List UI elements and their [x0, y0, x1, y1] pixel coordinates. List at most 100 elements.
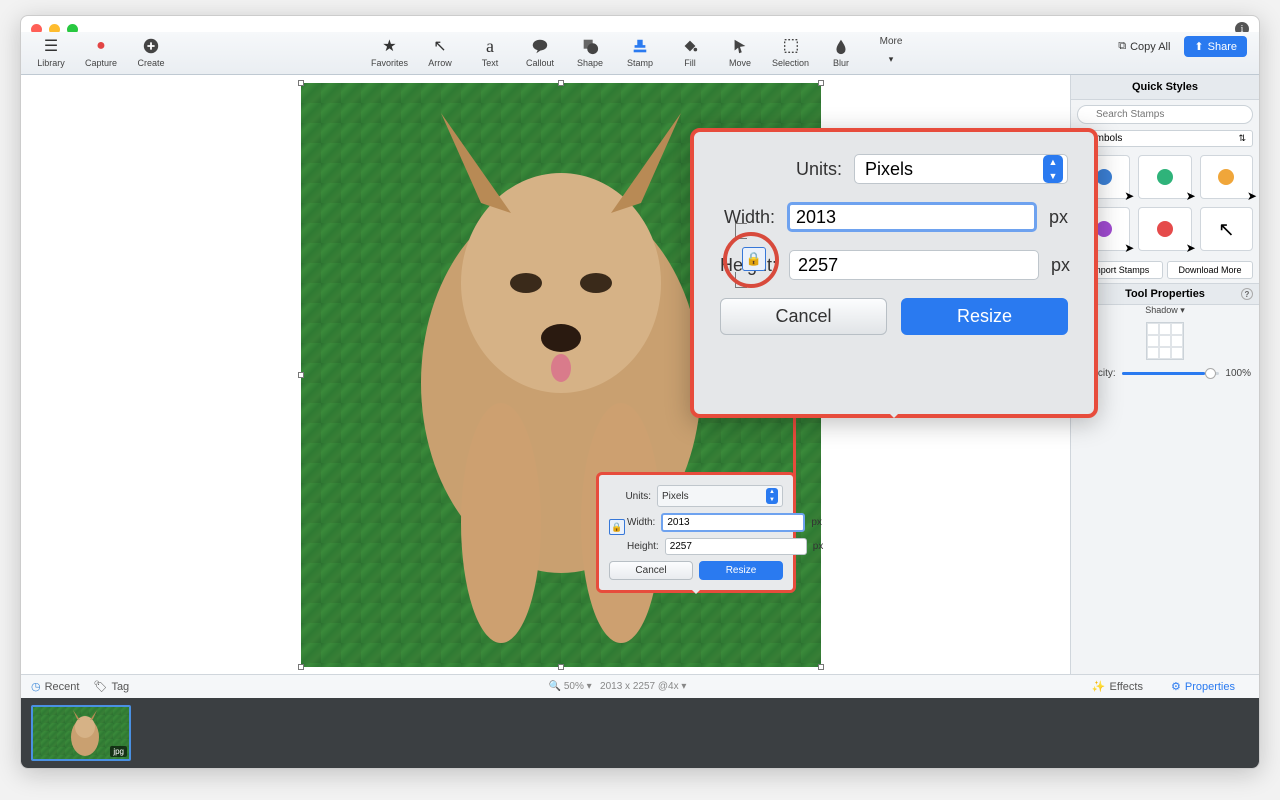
- height-input[interactable]: [665, 538, 807, 555]
- aspect-lock-icon[interactable]: 🔒: [609, 519, 625, 535]
- callout-label: Callout: [526, 58, 554, 68]
- star-icon: ★: [379, 36, 399, 56]
- shape-tool[interactable]: Shape: [572, 36, 608, 69]
- width-input-big[interactable]: [787, 202, 1037, 232]
- callout-tool[interactable]: Callout: [522, 36, 558, 69]
- stepper-icon: ▲▼: [1043, 155, 1063, 183]
- properties-button[interactable]: ⚙ Properties: [1171, 680, 1235, 693]
- pointer-icon: [730, 36, 750, 56]
- canvas-dimensions[interactable]: 2013 x 2257 @4x ▾: [600, 681, 686, 692]
- gear-icon: ⚙: [1171, 680, 1181, 693]
- stamp-red[interactable]: ➤: [1138, 207, 1191, 251]
- stamp-buttons: Import Stamps Download More: [1071, 257, 1259, 283]
- help-icon[interactable]: ?: [1241, 288, 1253, 300]
- zoom-level[interactable]: 50% ▾: [564, 681, 592, 692]
- side-panel: Quick Styles Symbols ⇅ ➤ ➤ ➤ ➤ ➤ ↖ Impor…: [1071, 75, 1259, 674]
- arrow-label: Arrow: [428, 58, 452, 68]
- stamp-tool[interactable]: Stamp: [622, 36, 658, 69]
- fill-tool[interactable]: Fill: [672, 36, 708, 69]
- opacity-value: 100%: [1225, 368, 1251, 379]
- magnifier-icon[interactable]: 🔍: [549, 681, 561, 692]
- width-input[interactable]: [661, 513, 805, 532]
- stamp-green[interactable]: ➤: [1138, 155, 1191, 199]
- tag-button[interactable]: 🏷 Tag: [93, 680, 129, 693]
- bucket-icon: [680, 36, 700, 56]
- width-label-big: Width:: [720, 207, 775, 228]
- stamp-category-select[interactable]: Symbols ⇅: [1077, 130, 1253, 147]
- stepper-icon: ▲▼: [766, 488, 778, 504]
- create-tool[interactable]: Create: [133, 36, 169, 68]
- library-tool[interactable]: ☰ Library: [33, 36, 69, 68]
- thumbnail-ext: jpg: [110, 746, 127, 757]
- shadow-direction-grid[interactable]: [1146, 322, 1184, 360]
- search-stamps-input[interactable]: [1077, 105, 1253, 124]
- drop-icon: [831, 36, 851, 56]
- tool-properties-label: Tool Properties: [1125, 288, 1205, 300]
- height-label: Height:: [627, 541, 659, 552]
- stamp-icon: [630, 36, 650, 56]
- tag-label: Tag: [111, 681, 129, 693]
- units-value: Pixels: [662, 491, 689, 502]
- shape-icon: [580, 36, 600, 56]
- cursor-icon: ➤: [1247, 189, 1257, 203]
- fill-label: Fill: [684, 58, 696, 68]
- favorites-tool[interactable]: ★Favorites: [371, 36, 408, 69]
- stamp-label: Stamp: [627, 58, 653, 68]
- cursor-icon: ➤: [1186, 241, 1196, 255]
- more-tool[interactable]: More ▾: [873, 36, 909, 69]
- properties-label: Properties: [1185, 681, 1235, 693]
- tag-icon: 🏷: [93, 680, 107, 693]
- shadow-label[interactable]: Shadow ▾: [1071, 305, 1259, 316]
- cancel-button[interactable]: Cancel: [609, 561, 693, 580]
- units-select[interactable]: Pixels ▲▼: [657, 485, 783, 507]
- download-more-button[interactable]: Download More: [1167, 261, 1253, 279]
- toolbar-center: ★Favorites ↖Arrow a Text Callout Shape St…: [371, 36, 909, 69]
- height-input-big[interactable]: [789, 250, 1039, 280]
- speech-bubble-icon: [530, 36, 550, 56]
- selection-tool[interactable]: Selection: [772, 36, 809, 69]
- recent-button[interactable]: ◷Recent: [31, 680, 79, 693]
- stamp-arrow-cursor[interactable]: ↖: [1200, 207, 1253, 251]
- copy-all-button[interactable]: ⧉ Copy All: [1112, 37, 1176, 56]
- resize-button[interactable]: Resize: [699, 561, 783, 580]
- more-label: More: [880, 36, 903, 47]
- px-unit: px: [811, 517, 822, 528]
- marquee-icon: [781, 36, 801, 56]
- record-icon: ●: [91, 36, 111, 56]
- dropdown-arrows-icon: ⇅: [1238, 133, 1246, 144]
- toolbar-left: ☰ Library ● Capture Create: [33, 36, 169, 68]
- stamp-orange[interactable]: ➤: [1200, 155, 1253, 199]
- bottom-bar: ◷Recent 🏷 Tag 🔍 50% ▾ 2013 x 2257 @4x ▾ ✨…: [21, 674, 1259, 698]
- effects-button[interactable]: ✨Effects: [1092, 680, 1143, 693]
- text-tool[interactable]: a Text: [472, 36, 508, 69]
- capture-tool[interactable]: ● Capture: [83, 36, 119, 68]
- units-label-big: Units:: [720, 159, 842, 180]
- opacity-slider[interactable]: [1122, 372, 1220, 375]
- text-label: Text: [482, 58, 499, 68]
- move-label: Move: [729, 58, 751, 68]
- stamps-grid: ➤ ➤ ➤ ➤ ➤ ↖: [1071, 149, 1259, 257]
- plus-circle-icon: [141, 36, 161, 56]
- move-tool[interactable]: Move: [722, 36, 758, 69]
- copy-all-label: Copy All: [1130, 41, 1170, 53]
- px-unit-big: px: [1051, 255, 1070, 276]
- share-button[interactable]: ⬆ Share: [1184, 36, 1247, 57]
- chevron-down-icon: ▾: [881, 49, 901, 69]
- blur-label: Blur: [833, 58, 849, 68]
- cancel-button-big[interactable]: Cancel: [720, 298, 887, 335]
- toolbar: ☰ Library ● Capture Create ★Favorites ↖A…: [21, 32, 1259, 75]
- resize-button-big[interactable]: Resize: [901, 298, 1068, 335]
- cursor-icon: ➤: [1186, 189, 1196, 203]
- cursor-icon: ➤: [1124, 189, 1134, 203]
- arrow-tool[interactable]: ↖Arrow: [422, 36, 458, 69]
- effects-label: Effects: [1110, 681, 1143, 693]
- share-label: Share: [1208, 41, 1237, 53]
- text-icon: a: [480, 36, 500, 56]
- toolbar-right: ⧉ Copy All ⬆ Share: [1112, 36, 1247, 57]
- units-select-big[interactable]: Pixels ▲▼: [854, 154, 1068, 184]
- titlebar: i: [21, 16, 1259, 32]
- blur-tool[interactable]: Blur: [823, 36, 859, 69]
- slider-thumb-icon[interactable]: [1205, 368, 1216, 379]
- tray-thumbnail[interactable]: jpg: [31, 705, 131, 761]
- recent-label: Recent: [45, 681, 80, 693]
